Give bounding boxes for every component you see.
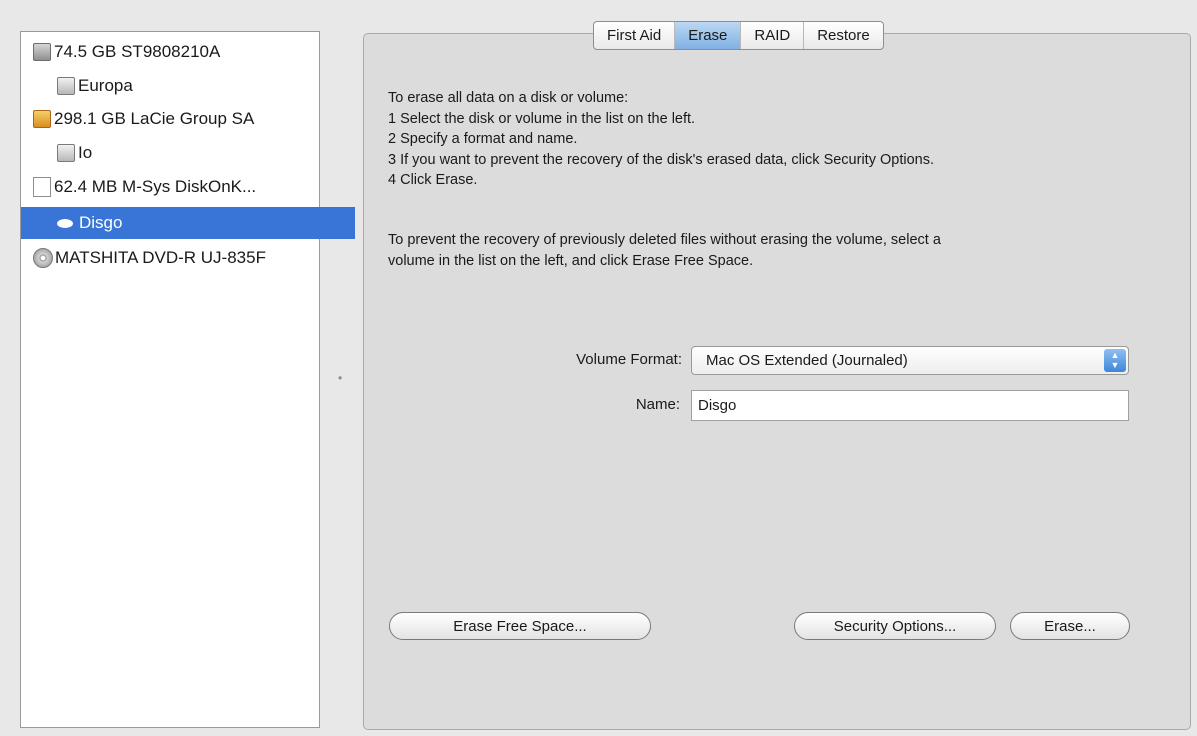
volume-icon: [57, 144, 75, 162]
tab-first-aid[interactable]: First Aid: [594, 22, 676, 49]
usb-drive-icon: [33, 177, 51, 197]
volume-item-europa[interactable]: Europa: [21, 70, 355, 102]
disk-item-label: 298.1 GB LaCie Group SA: [54, 109, 255, 128]
internal-hard-disk-icon: [33, 43, 51, 61]
disk-item-label: Europa: [78, 76, 133, 95]
disk-item-label: Disgo: [79, 213, 123, 232]
volume-format-label: Volume Format:: [576, 351, 682, 368]
disk-item-label: 74.5 GB ST9808210A: [54, 42, 221, 61]
security-options-button[interactable]: Security Options...: [794, 612, 996, 640]
disk-item-label: 62.4 MB M-Sys DiskOnK...: [54, 177, 257, 196]
disk-item-lacie[interactable]: 298.1 GB LaCie Group SA: [21, 103, 331, 135]
instruction-line: To prevent the recovery of previously de…: [388, 232, 941, 248]
popup-arrows-icon: ▲ ▼: [1104, 349, 1126, 372]
erase-instructions: To erase all data on a disk or volume: 1…: [388, 88, 934, 191]
instruction-line: 1 Select the disk or volume in the list …: [388, 110, 696, 127]
instruction-line: 4 Click Erase.: [388, 172, 478, 188]
tab-erase[interactable]: Erase: [675, 22, 742, 49]
split-view-handle[interactable]: •: [338, 372, 344, 384]
instruction-line: 2 Specify a format and name.: [388, 131, 578, 147]
volume-item-io[interactable]: Io: [21, 137, 355, 169]
volume-item-disgo[interactable]: Disgo: [21, 207, 355, 239]
erase-button[interactable]: Erase...: [1010, 612, 1130, 640]
tab-restore[interactable]: Restore: [804, 22, 883, 49]
disk-item-label: Io: [78, 143, 93, 162]
name-field[interactable]: [691, 390, 1129, 421]
erase-free-space-button[interactable]: Erase Free Space...: [389, 612, 651, 640]
volume-icon: [57, 77, 75, 95]
removable-volume-icon: [57, 218, 73, 228]
instruction-line: volume in the list on the left, and clic…: [388, 252, 754, 269]
disk-item-label: MATSHITA DVD-R UJ-835F: [55, 248, 266, 267]
disk-list[interactable]: 74.5 GB ST9808210A Europa 298.1 GB LaCie…: [20, 31, 355, 728]
tab-raid[interactable]: RAID: [741, 22, 805, 49]
disk-item-internal-hd[interactable]: 74.5 GB ST9808210A: [21, 36, 331, 68]
volume-format-value: Mac OS Extended (Journaled): [706, 352, 908, 369]
tab-bar: First Aid Erase RAID Restore: [593, 21, 884, 50]
free-space-instructions: To prevent the recovery of previously de…: [388, 230, 941, 271]
disk-item-dvd[interactable]: MATSHITA DVD-R UJ-835F: [21, 242, 331, 274]
disk-item-msys[interactable]: 62.4 MB M-Sys DiskOnK...: [21, 171, 331, 203]
instruction-line: To erase all data on a disk or volume:: [388, 90, 629, 106]
optical-drive-icon: [33, 248, 53, 268]
name-label: Name:: [635, 396, 680, 413]
external-hard-disk-icon: [33, 110, 51, 128]
volume-format-popup[interactable]: Mac OS Extended (Journaled) ▲ ▼: [691, 346, 1129, 375]
instruction-line: 3 If you want to prevent the recovery of…: [388, 151, 934, 168]
